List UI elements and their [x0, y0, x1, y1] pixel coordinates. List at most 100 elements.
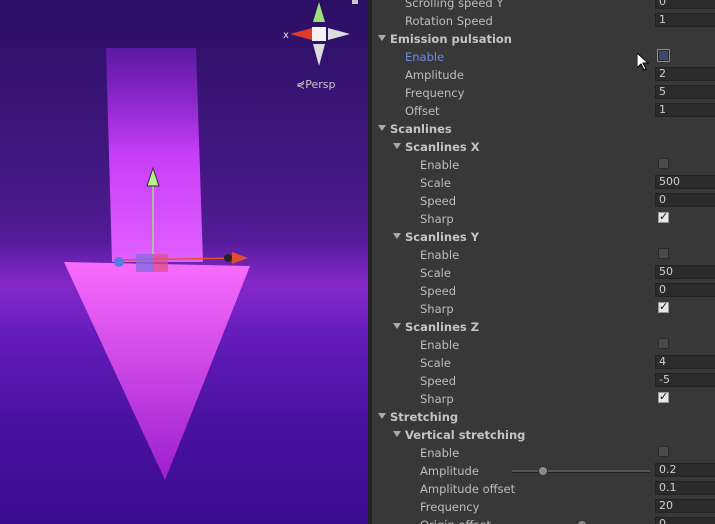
scene-scroll-indicator: [352, 0, 358, 4]
inspector-row: Enable: [372, 156, 715, 174]
scene-view[interactable]: x ⋞Persp: [0, 0, 368, 524]
inspector-row-label: Rotation Speed: [405, 14, 493, 28]
value-field[interactable]: 2: [655, 67, 715, 81]
orient-center-cube-icon[interactable]: [312, 27, 326, 41]
toggle-checkbox[interactable]: [658, 210, 669, 223]
inspector-row: Speed -5: [372, 372, 715, 390]
foldout-arrow-icon[interactable]: [378, 125, 386, 131]
inspector-row[interactable]: Scanlines Y: [372, 228, 715, 246]
inspector-row-label: Sharp: [420, 302, 454, 316]
toggle-checkbox[interactable]: [658, 158, 669, 169]
unity-editor: x ⋞Persp Scrolling speed Y 0 Rotation Spee…: [0, 0, 715, 524]
value-field[interactable]: -5: [655, 373, 715, 387]
orient-neg-x-cone-icon[interactable]: [328, 28, 350, 40]
toggle-checkbox[interactable]: [658, 338, 669, 349]
inspector-row-label: Amplitude: [405, 68, 464, 82]
inspector-row[interactable]: Stretching: [372, 408, 715, 426]
value-field[interactable]: 0: [655, 283, 715, 297]
inspector-panel: Scrolling speed Y 0 Rotation Speed 1 Emissio…: [368, 0, 715, 524]
toggle-checkbox[interactable]: [658, 446, 669, 457]
value-field[interactable]: 0: [655, 517, 715, 524]
inspector-row-label: Scanlines Z: [405, 320, 480, 334]
inspector-row: Frequency 20: [372, 498, 715, 516]
inspector-row-label: Scale: [420, 356, 451, 370]
inspector-row: Scale 500: [372, 174, 715, 192]
gizmo-plane-handle[interactable]: [136, 254, 154, 272]
inspector-row-label: Speed: [420, 284, 457, 298]
value-field[interactable]: 0.1: [655, 481, 715, 495]
gizmo-z-handle-icon[interactable]: [114, 257, 124, 267]
inspector-row: Amplitude 2: [372, 66, 715, 84]
inspector-row: Offset 1: [372, 102, 715, 120]
inspector-row: Sharp: [372, 390, 715, 408]
orient-x-label: x: [283, 30, 289, 41]
mouse-cursor-icon: [637, 53, 649, 71]
foldout-arrow-icon[interactable]: [393, 233, 401, 239]
inspector-row-label: Offset: [405, 104, 440, 118]
perspective-icon: ⋞: [296, 78, 306, 91]
inspector-row-label: Sharp: [420, 212, 454, 226]
foldout-arrow-icon[interactable]: [393, 143, 401, 149]
orient-y-cone-icon[interactable]: [313, 2, 325, 22]
foldout-arrow-icon[interactable]: [378, 413, 386, 419]
perspective-toggle[interactable]: ⋞Persp: [296, 78, 335, 91]
inspector-row[interactable]: Emission pulsation: [372, 30, 715, 48]
foldout-arrow-icon[interactable]: [393, 431, 401, 437]
inspector-row-label: Enable: [420, 338, 460, 352]
toggle-checkbox[interactable]: [657, 49, 670, 62]
inspector-row: Enable: [372, 48, 715, 66]
inspector-row-label: Speed: [420, 374, 457, 388]
inspector-row-label: Frequency: [420, 500, 480, 514]
orient-x-cone-icon[interactable]: [290, 28, 312, 40]
value-field[interactable]: 1: [655, 13, 715, 27]
value-field[interactable]: 50: [655, 265, 715, 279]
inspector-row: Sharp: [372, 210, 715, 228]
inspector-row[interactable]: Vertical stretching: [372, 426, 715, 444]
inspector-row-label: Enable: [420, 248, 460, 262]
inspector-row: Speed 0: [372, 192, 715, 210]
slider-track[interactable]: [512, 466, 650, 476]
inspector-row: Rotation Speed 1: [372, 12, 715, 30]
inspector-row-label: Stretching: [390, 410, 459, 424]
foldout-arrow-icon[interactable]: [378, 35, 386, 41]
inspector-row[interactable]: Scanlines Z: [372, 318, 715, 336]
toggle-checkbox[interactable]: [658, 390, 669, 403]
value-field[interactable]: 4: [655, 355, 715, 369]
gizmo-x-handle-icon[interactable]: [232, 252, 248, 264]
inspector-row: Scrolling speed Y 0: [372, 0, 715, 12]
value-field[interactable]: 5: [655, 85, 715, 99]
value-field[interactable]: 0: [655, 0, 715, 9]
inspector-row-label: Sharp: [420, 392, 454, 406]
toggle-checkbox[interactable]: [658, 248, 669, 259]
gizmo-x-dot: [224, 254, 232, 262]
inspector-row: Sharp: [372, 300, 715, 318]
inspector-row-label: Amplitude: [420, 464, 479, 478]
slider-knob[interactable]: [538, 466, 548, 476]
value-field[interactable]: 500: [655, 175, 715, 189]
inspector-row-label: Speed: [420, 194, 457, 208]
inspector-row-label: Enable: [405, 50, 445, 64]
inspector-row-label: Scale: [420, 176, 451, 190]
foldout-arrow-icon[interactable]: [393, 323, 401, 329]
inspector-row-label: Emission pulsation: [390, 32, 512, 46]
toggle-checkbox[interactable]: [658, 300, 669, 313]
inspector-row[interactable]: Scanlines: [372, 120, 715, 138]
inspector-row: Amplitude 0.2: [372, 462, 715, 480]
value-field[interactable]: 20: [655, 499, 715, 513]
orient-neg-y-cone-icon[interactable]: [313, 44, 325, 66]
gizmo-plane-handle-2[interactable]: [154, 254, 168, 272]
inspector-row-label: Amplitude offset: [420, 482, 516, 496]
inspector-row: Enable: [372, 246, 715, 264]
inspector-row: Frequency 5: [372, 84, 715, 102]
inspector-row: Origin offset 0: [372, 516, 715, 524]
slider-knob[interactable]: [577, 520, 587, 524]
value-field[interactable]: 1: [655, 103, 715, 117]
inspector-row: Speed 0: [372, 282, 715, 300]
inspector-row: Scale 50: [372, 264, 715, 282]
inspector-row: Scale 4: [372, 354, 715, 372]
inspector-row[interactable]: Scanlines X: [372, 138, 715, 156]
value-field[interactable]: 0.2: [655, 463, 715, 477]
inspector-row: Enable: [372, 336, 715, 354]
arrow-shaft: [106, 48, 203, 262]
value-field[interactable]: 0: [655, 193, 715, 207]
